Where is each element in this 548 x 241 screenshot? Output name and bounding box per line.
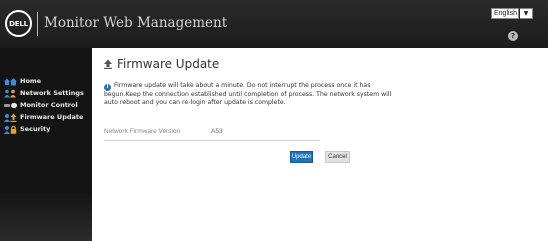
monitor-control-icon: [4, 101, 17, 110]
sidebar-item-label: Firmware Update: [20, 113, 84, 121]
sidebar-item-label: Home: [20, 77, 42, 85]
sidebar-item-network-settings[interactable]: Network Settings: [4, 88, 84, 98]
sidebar: Home Network Settings Monitor Control Fi…: [0, 48, 92, 241]
help-icon[interactable]: ?: [508, 31, 518, 41]
app-title: Monitor Web Management: [44, 15, 228, 31]
page-title: Firmware Update: [103, 57, 219, 71]
sidebar-item-home[interactable]: Home: [4, 76, 41, 86]
upload-icon: [4, 113, 17, 122]
firmware-version-divider: [104, 140, 320, 141]
sidebar-item-label: Security: [20, 125, 51, 133]
cancel-button[interactable]: Cancel: [325, 151, 350, 163]
dell-logo: DELL: [5, 10, 32, 37]
upload-icon: [104, 59, 112, 69]
header-divider: [37, 12, 38, 36]
update-notice-text: Firmware update will take about a minute…: [104, 82, 392, 106]
chevron-down-icon[interactable]: ▼: [520, 8, 533, 19]
sidebar-item-monitor-control[interactable]: Monitor Control: [4, 100, 78, 110]
sidebar-item-label: Monitor Control: [20, 101, 78, 109]
home-icon: [4, 77, 17, 86]
language-select[interactable]: English ▼: [491, 8, 533, 19]
sidebar-item-security[interactable]: Security: [4, 124, 50, 134]
lock-icon: [4, 125, 17, 134]
firmware-version-label: Network Firmware Version: [104, 128, 181, 135]
info-icon: i: [104, 84, 111, 91]
update-button[interactable]: Update: [290, 151, 313, 163]
network-users-icon: [4, 89, 17, 98]
main-content: Firmware Update i Firmware update will t…: [92, 48, 548, 241]
page-title-text: Firmware Update: [117, 57, 220, 71]
sidebar-item-firmware-update[interactable]: Firmware Update: [4, 112, 83, 122]
sidebar-item-label: Network Settings: [20, 89, 84, 97]
header-bar: DELL Monitor Web Management English ▼ ?: [0, 0, 548, 48]
firmware-version-value: A53: [211, 128, 223, 135]
language-select-value[interactable]: English: [491, 8, 519, 19]
update-notice: i Firmware update will take about a minu…: [104, 82, 404, 107]
